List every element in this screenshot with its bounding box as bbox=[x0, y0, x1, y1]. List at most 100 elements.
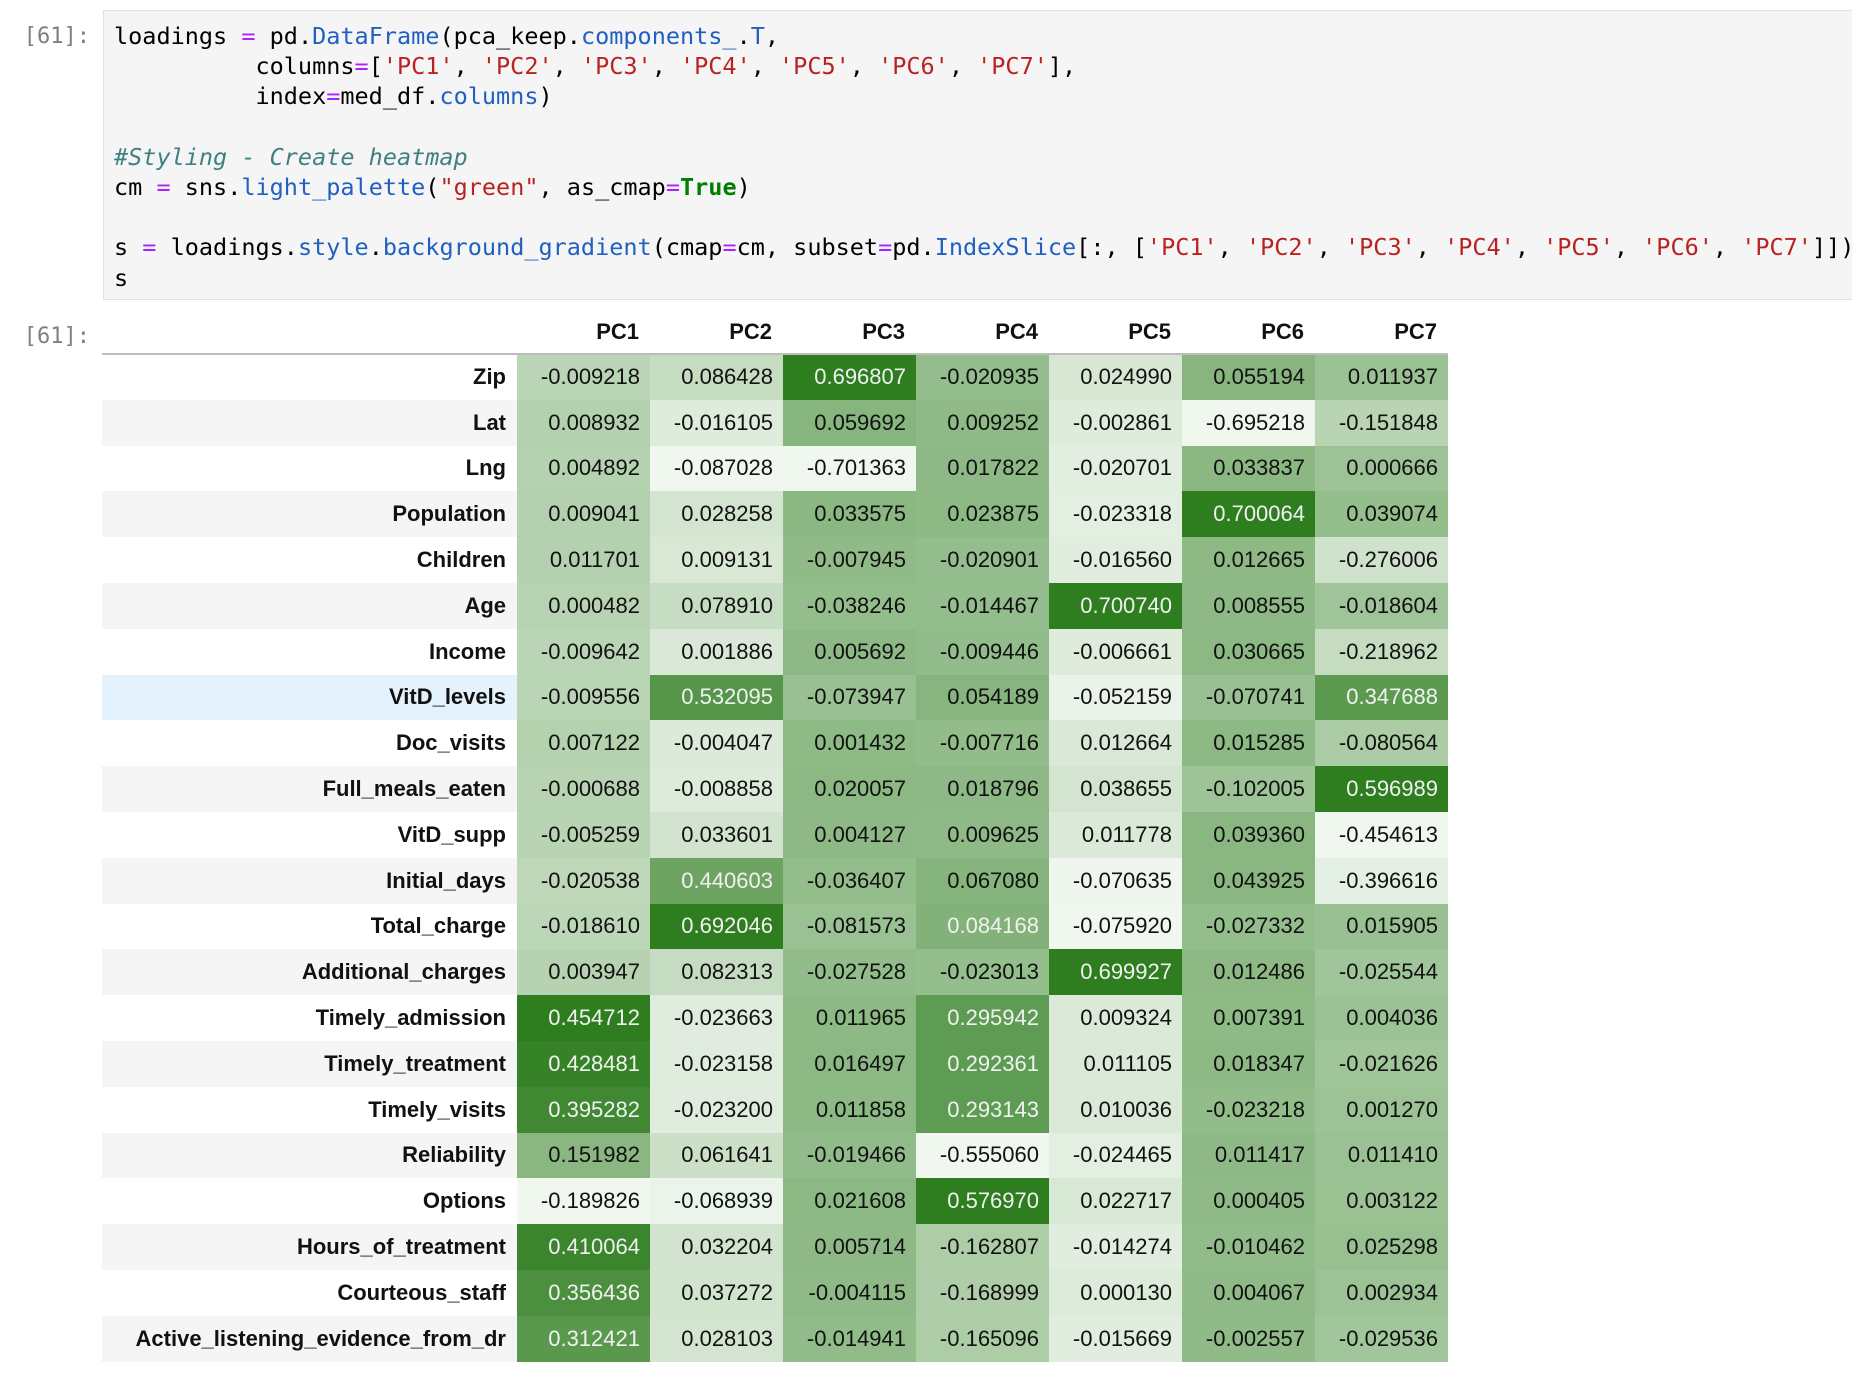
loading-cell: -0.087028 bbox=[650, 445, 783, 492]
loading-cell: 0.032204 bbox=[650, 1224, 783, 1270]
loading-cell: 0.055194 bbox=[1182, 354, 1315, 400]
row-header: Hours_of_treatment bbox=[102, 1224, 517, 1270]
code-token: = bbox=[354, 52, 369, 81]
loading-cell: 0.000666 bbox=[1315, 445, 1448, 492]
loading-cell: 0.030665 bbox=[1182, 628, 1315, 675]
code-token: . bbox=[368, 233, 383, 262]
table-row: Children 0.011701 0.009131 -0.007945 -0.0209… bbox=[102, 537, 1448, 583]
loading-cell: 0.086428 bbox=[650, 354, 783, 400]
code-editor[interactable]: loadings = pd.DataFrame(pca_keep.compone… bbox=[103, 10, 1852, 300]
code-token: True bbox=[680, 172, 737, 201]
loading-cell: -0.029536 bbox=[1315, 1315, 1448, 1362]
code-token: cm, subset bbox=[736, 233, 879, 262]
loading-cell: 0.039360 bbox=[1182, 811, 1315, 858]
loading-cell: -0.004047 bbox=[650, 720, 783, 767]
loading-cell: 0.699927 bbox=[1049, 949, 1182, 996]
loading-cell: -0.396616 bbox=[1315, 857, 1448, 904]
loading-cell: -0.023663 bbox=[650, 995, 783, 1041]
loading-cell: 0.043925 bbox=[1182, 857, 1315, 904]
table-row: Courteous_staff 0.356436 0.037272 -0.004115… bbox=[102, 1269, 1448, 1316]
code-token: 'PC1' bbox=[1146, 233, 1218, 262]
loading-cell: 0.009324 bbox=[1049, 995, 1182, 1041]
code-token: = bbox=[722, 233, 737, 262]
loading-cell: 0.078910 bbox=[650, 582, 783, 629]
table-row: Timely_treatment 0.428481 -0.023158 0.01649… bbox=[102, 1040, 1448, 1087]
table-row: Lng 0.004892 -0.087028 -0.701363 0.017822 -0.… bbox=[102, 445, 1448, 492]
loading-cell: 0.011937 bbox=[1315, 354, 1448, 400]
table-row: Zip -0.009218 0.086428 0.696807 -0.020935 0.0… bbox=[102, 354, 1448, 400]
loading-cell: 0.067080 bbox=[916, 857, 1049, 904]
table-row: Age 0.000482 0.078910 -0.038246 -0.014467 0.7… bbox=[102, 582, 1448, 629]
loading-cell: -0.016105 bbox=[650, 399, 783, 446]
loading-cell: -0.020935 bbox=[916, 354, 1049, 400]
code-token: , bbox=[764, 22, 780, 50]
loading-cell: 0.037272 bbox=[650, 1269, 783, 1316]
row-header: VitD_levels bbox=[102, 674, 517, 721]
loading-cell: -0.151848 bbox=[1315, 399, 1448, 446]
loading-cell: 0.001270 bbox=[1315, 1086, 1448, 1133]
row-header: Reliability bbox=[102, 1132, 517, 1179]
code-token: . bbox=[425, 82, 440, 111]
code-token: 'PC4' bbox=[679, 52, 751, 81]
loading-cell: 0.347688 bbox=[1315, 674, 1448, 721]
loading-cell: 0.033837 bbox=[1182, 445, 1315, 492]
loading-cell: -0.081573 bbox=[783, 903, 916, 950]
loading-cell: -0.005259 bbox=[517, 811, 650, 858]
code-token: 'PC2' bbox=[481, 52, 553, 81]
loading-cell: 0.293143 bbox=[916, 1086, 1049, 1133]
loading-cell: 0.015905 bbox=[1315, 903, 1448, 950]
loading-cell: 0.011410 bbox=[1315, 1132, 1448, 1179]
code-text[interactable]: loadings = pd.DataFrame(pca_keep.compone… bbox=[104, 11, 1852, 293]
code-token: 'PC4' bbox=[1444, 233, 1515, 262]
loading-cell: 0.440603 bbox=[650, 857, 783, 904]
code-token: . bbox=[566, 22, 581, 50]
code-token: (pca_keep bbox=[439, 22, 567, 50]
code-token: , bbox=[1712, 233, 1742, 262]
loading-cell: -0.010462 bbox=[1182, 1224, 1315, 1270]
code-token: ) bbox=[736, 172, 751, 201]
loading-cell: -0.014274 bbox=[1049, 1224, 1182, 1270]
loading-cell: 0.011858 bbox=[783, 1086, 916, 1133]
loading-cell: 0.009625 bbox=[916, 811, 1049, 858]
loading-cell: -0.006661 bbox=[1049, 628, 1182, 675]
code-line: columns=['PC1', 'PC2', 'PC3', 'PC4', 'PC… bbox=[114, 51, 1852, 81]
row-header: Population bbox=[102, 491, 517, 538]
loading-cell: 0.004892 bbox=[517, 445, 650, 492]
loading-cell: 0.576970 bbox=[916, 1178, 1049, 1225]
code-token: 'PC7' bbox=[977, 52, 1048, 81]
loading-cell: 0.028258 bbox=[650, 491, 783, 538]
row-header: Options bbox=[422, 1188, 506, 1214]
code-token: , bbox=[1415, 233, 1445, 262]
code-token: (cmap bbox=[651, 233, 723, 262]
code-token: , bbox=[1316, 233, 1346, 262]
loading-cell: 0.011417 bbox=[1182, 1132, 1315, 1179]
loading-cell: 0.596989 bbox=[1315, 766, 1448, 812]
loading-cell: -0.020538 bbox=[517, 857, 650, 904]
code-token: = bbox=[878, 233, 893, 262]
loading-cell: 0.016497 bbox=[783, 1040, 916, 1087]
code-token: ]]) bbox=[1811, 233, 1852, 262]
loading-cell: 0.028103 bbox=[650, 1315, 783, 1362]
loading-cell: 0.021608 bbox=[783, 1178, 916, 1225]
loading-cell: 0.004067 bbox=[1182, 1269, 1315, 1316]
code-token: columns bbox=[439, 82, 539, 111]
table-row: Reliability 0.151982 0.061641 -0.019466 -0.5… bbox=[102, 1132, 1448, 1179]
loading-cell: -0.168999 bbox=[916, 1269, 1049, 1316]
loading-cell: 0.054189 bbox=[916, 674, 1049, 721]
table-row: Lat 0.008932 -0.016105 0.059692 0.009252 -0.0… bbox=[102, 399, 1448, 446]
code-token: , bbox=[651, 52, 680, 81]
code-token: [ bbox=[368, 52, 383, 81]
table-row: Timely_admission 0.454712 -0.023663 0.01196… bbox=[102, 995, 1448, 1041]
loading-cell: 0.007391 bbox=[1182, 995, 1315, 1041]
code-token: = bbox=[156, 172, 171, 201]
code-token: s bbox=[114, 233, 143, 262]
loading-cell: -0.015669 bbox=[1049, 1315, 1182, 1362]
table-row: Total_charge -0.018610 0.692046 -0.081573 0.… bbox=[102, 903, 1448, 950]
code-token: cm bbox=[114, 172, 157, 201]
loading-cell: 0.018347 bbox=[1182, 1040, 1315, 1087]
loading-cell: -0.021626 bbox=[1315, 1040, 1448, 1087]
loading-cell: -0.075920 bbox=[1049, 903, 1182, 950]
loading-cell: -0.018610 bbox=[517, 903, 650, 950]
code-token: 'PC3' bbox=[1345, 233, 1416, 262]
